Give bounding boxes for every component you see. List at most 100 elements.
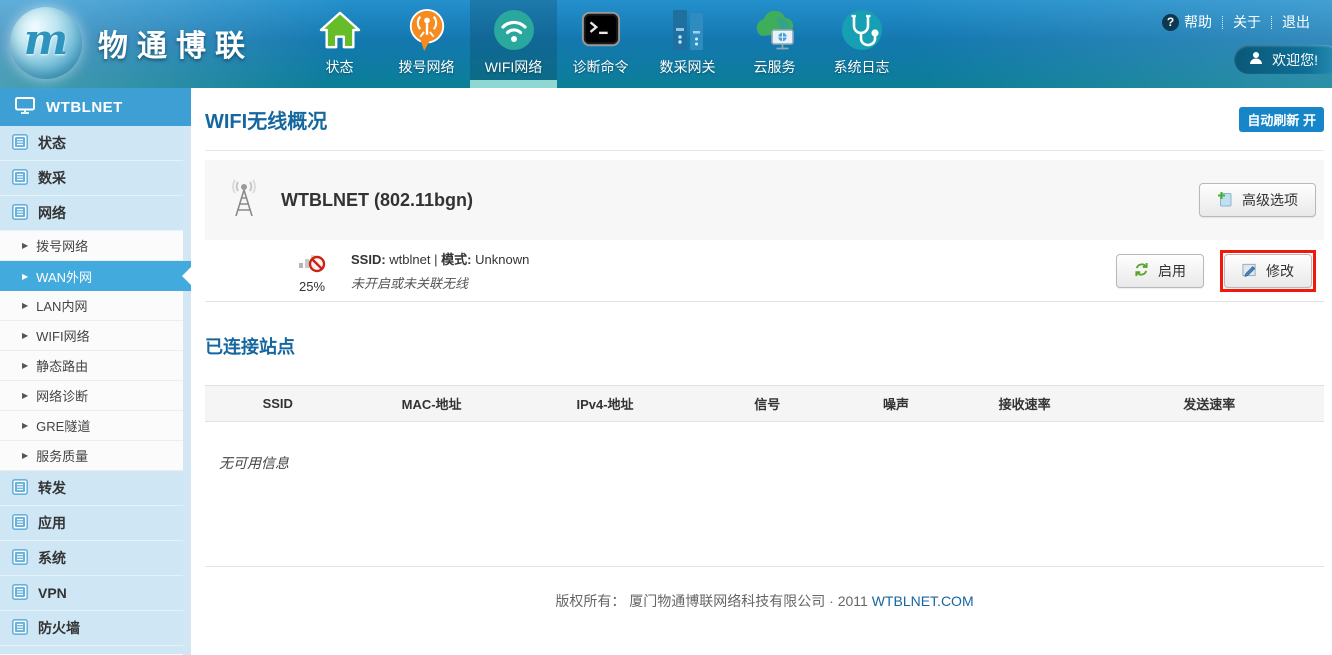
home-icon [319,5,361,55]
sidebar-item-label: 静态路由 [36,356,88,375]
enable-button[interactable]: 启用 [1116,254,1204,288]
sidebar-item-label: 防火墙 [38,618,80,638]
tab-label: 拨号网络 [399,57,455,77]
tab-data-gateway[interactable]: 数采网关 [644,0,731,88]
sidebar-item-lan[interactable]: ▶ LAN内网 [0,291,183,321]
top-header: m 物通博联 状态 拨号网络 WIFI网络 诊断命令 [0,0,1332,88]
tab-label: 云服务 [754,57,796,77]
sidebar-item-dialup[interactable]: ▶ 拨号网络 [0,231,183,261]
divider [205,150,1324,151]
triangle-right-icon: ▶ [22,451,28,460]
column-header: SSID [205,386,350,422]
sidebar-item-label: 系统 [38,548,66,568]
list-icon [12,204,28,223]
top-links: ? 帮助 关于 退出 [1152,12,1320,32]
main-content: WIFI无线概况 自动刷新 开 WTBLNET (802.11bgn) 高级选项… [191,88,1332,655]
sidebar-item-label: 服务质量 [36,446,88,465]
connected-stations-heading: 已连接站点 [205,333,1324,359]
terminal-icon [580,5,622,55]
sidebar-item-vpn[interactable]: VPN [0,576,183,611]
sidebar-item-label: 状态 [38,133,66,153]
edit-button[interactable]: 修改 [1224,254,1312,288]
help-link[interactable]: ? 帮助 [1152,12,1222,32]
wifi-icon [492,5,536,55]
list-icon [12,169,28,188]
sidebar: WTBLNET 状态 数采 网络 ▶ 拨号网络 ▶ WAN外网 ▶ LAN内网 … [0,88,191,655]
list-icon [12,479,28,498]
separator: | [434,252,437,267]
sidebar-item-partial [0,646,183,654]
sidebar-item-static-route[interactable]: ▶ 静态路由 [0,351,183,381]
sidebar-item-forward[interactable]: 转发 [0,471,183,506]
mode-label: 模式: [441,252,471,267]
enable-label: 启用 [1158,261,1186,281]
tab-dialup-network[interactable]: 拨号网络 [383,0,470,88]
empty-table-message: 无可用信息 [219,453,1324,473]
triangle-right-icon: ▶ [22,421,28,430]
list-icon [12,549,28,568]
refresh-icon [1134,262,1149,280]
sidebar-item-label: 拨号网络 [36,236,88,255]
list-icon [12,514,28,533]
sidebar-item-qos[interactable]: ▶ 服务质量 [0,441,183,471]
antenna-bubble-icon [406,5,448,55]
top-nav: 状态 拨号网络 WIFI网络 诊断命令 数采网关 [296,0,905,88]
sidebar-device-header: WTBLNET [0,88,191,126]
connected-stations-table: SSID MAC-地址 IPv4-地址 信号 噪声 接收速率 发送速率 [205,385,1324,422]
page-plus-icon [1217,191,1233,210]
sidebar-item-status[interactable]: 状态 [0,126,183,161]
cloud-monitor-icon [752,5,798,55]
sidebar-item-label: 网络诊断 [36,386,88,405]
signal-disabled-icon [297,260,327,277]
welcome-button[interactable]: 欢迎您! [1234,45,1332,74]
mode-value: Unknown [475,252,529,267]
highlight-box: 修改 [1220,250,1316,292]
column-header: MAC-地址 [350,386,512,422]
tab-label: 系统日志 [834,57,890,77]
auto-refresh-toggle[interactable]: 自动刷新 开 [1239,107,1324,132]
sidebar-item-network[interactable]: 网络 [0,196,183,231]
advanced-options-button[interactable]: 高级选项 [1199,183,1316,217]
logout-label: 退出 [1282,12,1310,32]
sidebar-item-label: 数采 [38,168,66,188]
sidebar-item-label: LAN内网 [36,296,87,315]
sidebar-item-application[interactable]: 应用 [0,506,183,541]
tab-cloud-service[interactable]: 云服务 [731,0,818,88]
signal-percent: 25% [277,279,347,294]
tab-status[interactable]: 状态 [296,0,383,88]
about-link[interactable]: 关于 [1223,12,1271,32]
welcome-label: 欢迎您! [1272,50,1318,70]
server-rack-icon [668,5,708,55]
sidebar-item-wan[interactable]: ▶ WAN外网 [0,261,191,291]
wifi-ssid-row: 25% SSID: wtblnet | 模式: Unknown 未开启或未关联无… [205,240,1324,302]
sidebar-item-firewall[interactable]: 防火墙 [0,611,183,646]
wifi-network-title: WTBLNET (802.11bgn) [281,190,473,211]
tab-diagnostic-command[interactable]: 诊断命令 [557,0,644,88]
sidebar-item-label: WAN外网 [36,267,92,286]
tab-wifi-network[interactable]: WIFI网络 [470,0,557,88]
logout-link[interactable]: 退出 [1272,12,1320,32]
sidebar-item-label: 应用 [38,513,66,533]
brand-name: 物通博联 [98,21,254,65]
tab-label: 数采网关 [660,57,716,77]
logo-sphere-icon: m [10,7,82,79]
column-header: 信号 [697,386,837,422]
triangle-right-icon: ▶ [22,331,28,340]
list-icon [12,584,28,603]
antenna-tower-icon [225,178,263,223]
sidebar-item-label: GRE隧道 [36,416,90,435]
tab-system-log[interactable]: 系统日志 [818,0,905,88]
sidebar-item-system[interactable]: 系统 [0,541,183,576]
footer-link[interactable]: WTBLNET.COM [872,593,974,609]
tab-label: 诊断命令 [573,57,629,77]
copyright-text: 版权所有： 厦门物通博联网络科技有限公司 · 2011 [555,593,867,609]
edit-label: 修改 [1266,261,1294,281]
sidebar-item-wifi[interactable]: ▶ WIFI网络 [0,321,183,351]
footer: 版权所有： 厦门物通博联网络科技有限公司 · 2011 WTBLNET.COM [205,591,1324,611]
sidebar-item-net-diagnose[interactable]: ▶ 网络诊断 [0,381,183,411]
sidebar-item-data-collect[interactable]: 数采 [0,161,183,196]
tab-label: 状态 [326,57,354,77]
ssid-value: wtblnet [389,252,430,267]
monitor-icon [15,97,35,118]
sidebar-item-gre-tunnel[interactable]: ▶ GRE隧道 [0,411,183,441]
